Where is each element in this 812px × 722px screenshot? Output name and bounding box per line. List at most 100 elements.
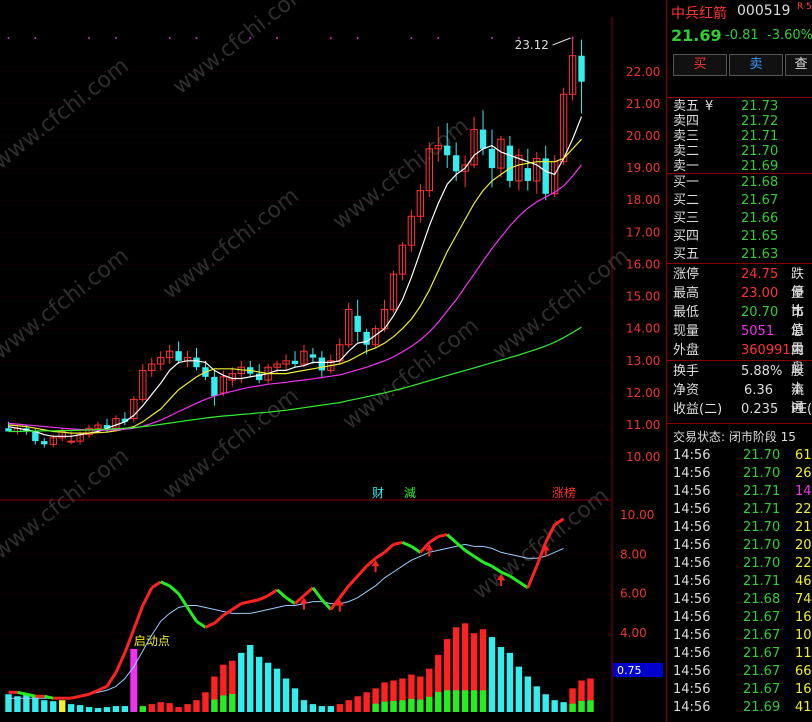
fund-row: 收益(二) 0.235 PE( bbox=[667, 401, 812, 419]
y-tick-label: 18.00 bbox=[626, 193, 660, 207]
tick-time: 14:56 bbox=[673, 610, 711, 625]
signal-dot bbox=[249, 37, 252, 39]
current-price: 21.69 bbox=[671, 26, 722, 45]
tick-row: 14:56 21.69 41 bbox=[667, 699, 812, 717]
price-change: -0.81 bbox=[725, 28, 759, 43]
stock-tag: R·50 bbox=[797, 2, 812, 12]
tick-time: 14:56 bbox=[673, 592, 711, 607]
tick-time: 14:56 bbox=[673, 538, 711, 553]
tick-row: 14:56 21.70 22 bbox=[667, 555, 812, 573]
bid-row: 买四 21.65 bbox=[667, 228, 812, 246]
tick-time: 14:56 bbox=[673, 664, 711, 679]
y-tick-label: 22.00 bbox=[626, 65, 660, 79]
indicator-bar bbox=[533, 686, 540, 712]
indicator-bar bbox=[94, 708, 102, 712]
sell-button[interactable]: 卖 bbox=[729, 54, 783, 76]
tick-volume: 61 bbox=[795, 448, 812, 463]
fund-value: 0.235 bbox=[741, 402, 779, 417]
tick-row: 14:56 21.70 26 bbox=[667, 465, 812, 483]
buy-button[interactable]: 买 bbox=[673, 54, 727, 76]
tick-time: 14:56 bbox=[673, 502, 711, 517]
indicator-bar bbox=[309, 704, 317, 712]
indicator-bar-base bbox=[229, 694, 236, 712]
indicator-bar bbox=[327, 706, 335, 712]
indicator-bar-base bbox=[479, 690, 487, 712]
tick-row: 14:56 21.67 11 bbox=[667, 645, 812, 663]
stat-row: 现量 5051 总量 bbox=[667, 323, 812, 357]
candle-body bbox=[309, 354, 317, 358]
tick-price: 21.70 bbox=[743, 520, 781, 535]
candle-body bbox=[363, 331, 370, 345]
indicator-bar-base bbox=[399, 700, 406, 712]
tick-price: 21.68 bbox=[743, 592, 781, 607]
indicator-bar-base bbox=[569, 703, 576, 712]
fund-label: 收益(二) bbox=[673, 402, 723, 417]
signal-dot bbox=[168, 37, 171, 39]
candle-body bbox=[488, 148, 496, 169]
indicator-bar bbox=[336, 704, 343, 712]
momentum-line-segment bbox=[43, 694, 54, 700]
start-point-bar bbox=[130, 648, 138, 712]
tick-volume: 22 bbox=[795, 556, 812, 571]
indicator-bar-base bbox=[444, 690, 451, 712]
current-value-label: 0.75 bbox=[617, 664, 642, 677]
indicator-bar-base bbox=[461, 690, 469, 712]
bid-price: 21.66 bbox=[741, 211, 779, 226]
tick-row: 14:56 21.70 61 bbox=[667, 447, 812, 465]
stat-value: 23.00 bbox=[741, 286, 779, 301]
y-tick-label: 20.00 bbox=[626, 129, 660, 143]
stat-value: 360991 bbox=[741, 343, 791, 358]
bid-price: 21.68 bbox=[741, 175, 779, 190]
high-price-label: 23.12 bbox=[515, 38, 549, 52]
signal-dot bbox=[195, 37, 198, 39]
indicator-bar bbox=[148, 704, 155, 712]
signal-dot bbox=[329, 37, 332, 39]
candle-body bbox=[193, 357, 200, 368]
start-point-label: 启动点 bbox=[134, 634, 170, 648]
y-tick-label: 15.00 bbox=[626, 290, 660, 304]
indicator-bar bbox=[318, 706, 326, 712]
indicator-bar bbox=[488, 637, 496, 712]
indicator-bar bbox=[255, 656, 263, 712]
signal-dot bbox=[276, 37, 279, 39]
stat-row: 涨停 24.75 跌停 bbox=[667, 266, 812, 300]
indicator-bar bbox=[273, 668, 281, 712]
tick-price: 21.70 bbox=[743, 538, 781, 553]
tick-time: 14:56 bbox=[673, 628, 711, 643]
candle-body bbox=[318, 357, 326, 371]
bid-price: 21.63 bbox=[741, 247, 779, 262]
indicator-bar bbox=[166, 703, 173, 712]
indicator-bar bbox=[551, 700, 558, 712]
tick-row: 14:56 21.67 10 bbox=[667, 627, 812, 645]
query-button[interactable]: 查 bbox=[785, 54, 812, 76]
signal-dot bbox=[410, 37, 413, 39]
fund-value: 5.88% bbox=[741, 364, 783, 379]
indicator-bar bbox=[560, 702, 567, 712]
sub-y-tick-label: 8.00 bbox=[620, 547, 647, 561]
event-label: 财 bbox=[372, 486, 384, 500]
candle-body bbox=[542, 158, 549, 194]
indicator-bar bbox=[193, 700, 200, 712]
tick-volume: 26 bbox=[795, 466, 812, 481]
indicator-bar-base bbox=[390, 700, 397, 712]
indicator-bar-base bbox=[211, 699, 218, 712]
tick-price: 21.67 bbox=[743, 646, 781, 661]
momentum-line-segment bbox=[70, 694, 81, 700]
candle-body bbox=[175, 351, 182, 361]
stat-label: 涨停 bbox=[673, 267, 700, 282]
indicator-bar-base bbox=[220, 695, 227, 712]
tick-volume: 21 bbox=[795, 520, 812, 535]
tick-row: 14:56 21.67 66 bbox=[667, 663, 812, 681]
indicator-bar-base bbox=[372, 703, 379, 712]
tick-volume: 10 bbox=[795, 628, 812, 643]
momentum-line-segment bbox=[26, 692, 36, 698]
tick-row: 14:56 21.70 21 bbox=[667, 519, 812, 537]
fund-value: 6.36 bbox=[744, 383, 773, 398]
quote-panel: 中兵红箭 000519 R·50 21.69 -0.81 -3.60% 买 卖 … bbox=[666, 0, 812, 722]
indicator-bar bbox=[85, 707, 93, 712]
tick-row: 14:56 21.68 74 bbox=[667, 591, 812, 609]
price-change-percent: -3.60% bbox=[767, 28, 812, 43]
tick-row: 14:56 21.70 20 bbox=[667, 537, 812, 555]
momentum-line-segment bbox=[240, 600, 251, 606]
event-label: 涨榜 bbox=[552, 485, 576, 500]
